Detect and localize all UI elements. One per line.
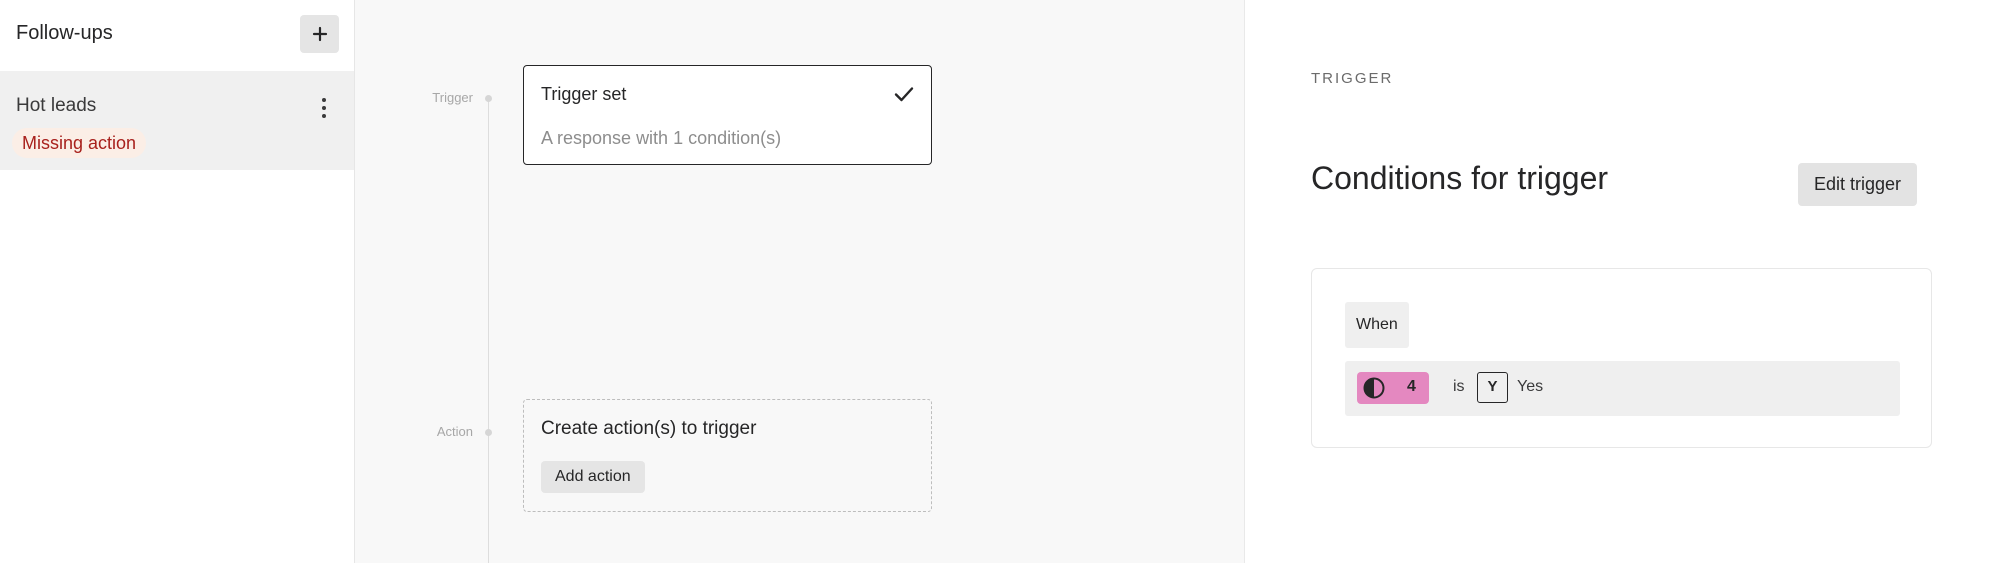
panel-heading: Conditions for trigger	[1311, 160, 1609, 196]
action-step-dot	[485, 429, 492, 436]
trigger-panel: TRIGGER Conditions for trigger Edit trig…	[1245, 0, 1999, 563]
edit-trigger-button[interactable]: Edit trigger	[1798, 163, 1918, 206]
trigger-card-subtitle: A response with 1 condition(s)	[541, 128, 782, 148]
more-vertical-icon[interactable]	[312, 93, 336, 123]
trigger-step-label: Trigger	[432, 90, 473, 105]
add-follow-up-button[interactable]	[300, 15, 339, 53]
sidebar-item-hot-leads[interactable]: Hot leads Missing action	[0, 71, 354, 170]
condition-row: 4 is Y Yes	[1345, 361, 1900, 416]
trigger-card-title: Trigger set	[541, 84, 627, 104]
answer-value: Yes	[1517, 378, 1544, 395]
sidebar-header: Follow-ups	[0, 0, 354, 70]
timeline-line	[488, 96, 489, 563]
add-action-button[interactable]: Add action	[541, 461, 645, 493]
question-chip: 4	[1357, 372, 1429, 404]
trigger-card[interactable]: Trigger set A response with 1 condition(…	[523, 65, 932, 165]
condition-operator: is	[1453, 378, 1465, 395]
half-circle-icon	[1363, 377, 1385, 399]
check-icon	[894, 87, 914, 102]
answer-key: Y	[1477, 372, 1508, 403]
section-label: TRIGGER	[1311, 70, 1394, 87]
sidebar-item-label: Hot leads	[16, 95, 97, 116]
action-step-label: Action	[436, 424, 473, 439]
sidebar-title: Follow-ups	[16, 22, 113, 44]
plus-icon	[312, 26, 327, 42]
question-number: 4	[1407, 378, 1416, 395]
action-card-title: Create action(s) to trigger	[541, 418, 757, 439]
when-label: When	[1345, 302, 1409, 348]
trigger-step-dot	[485, 95, 492, 102]
flow-canvas: Trigger Action Trigger set A response wi…	[355, 0, 1245, 563]
status-badge: Missing action	[12, 128, 147, 158]
sidebar: Follow-ups Hot leads Missing action	[0, 0, 355, 563]
action-card: Create action(s) to trigger Add action	[523, 399, 932, 512]
conditions-card: When 4 is Y Yes	[1311, 268, 1932, 448]
